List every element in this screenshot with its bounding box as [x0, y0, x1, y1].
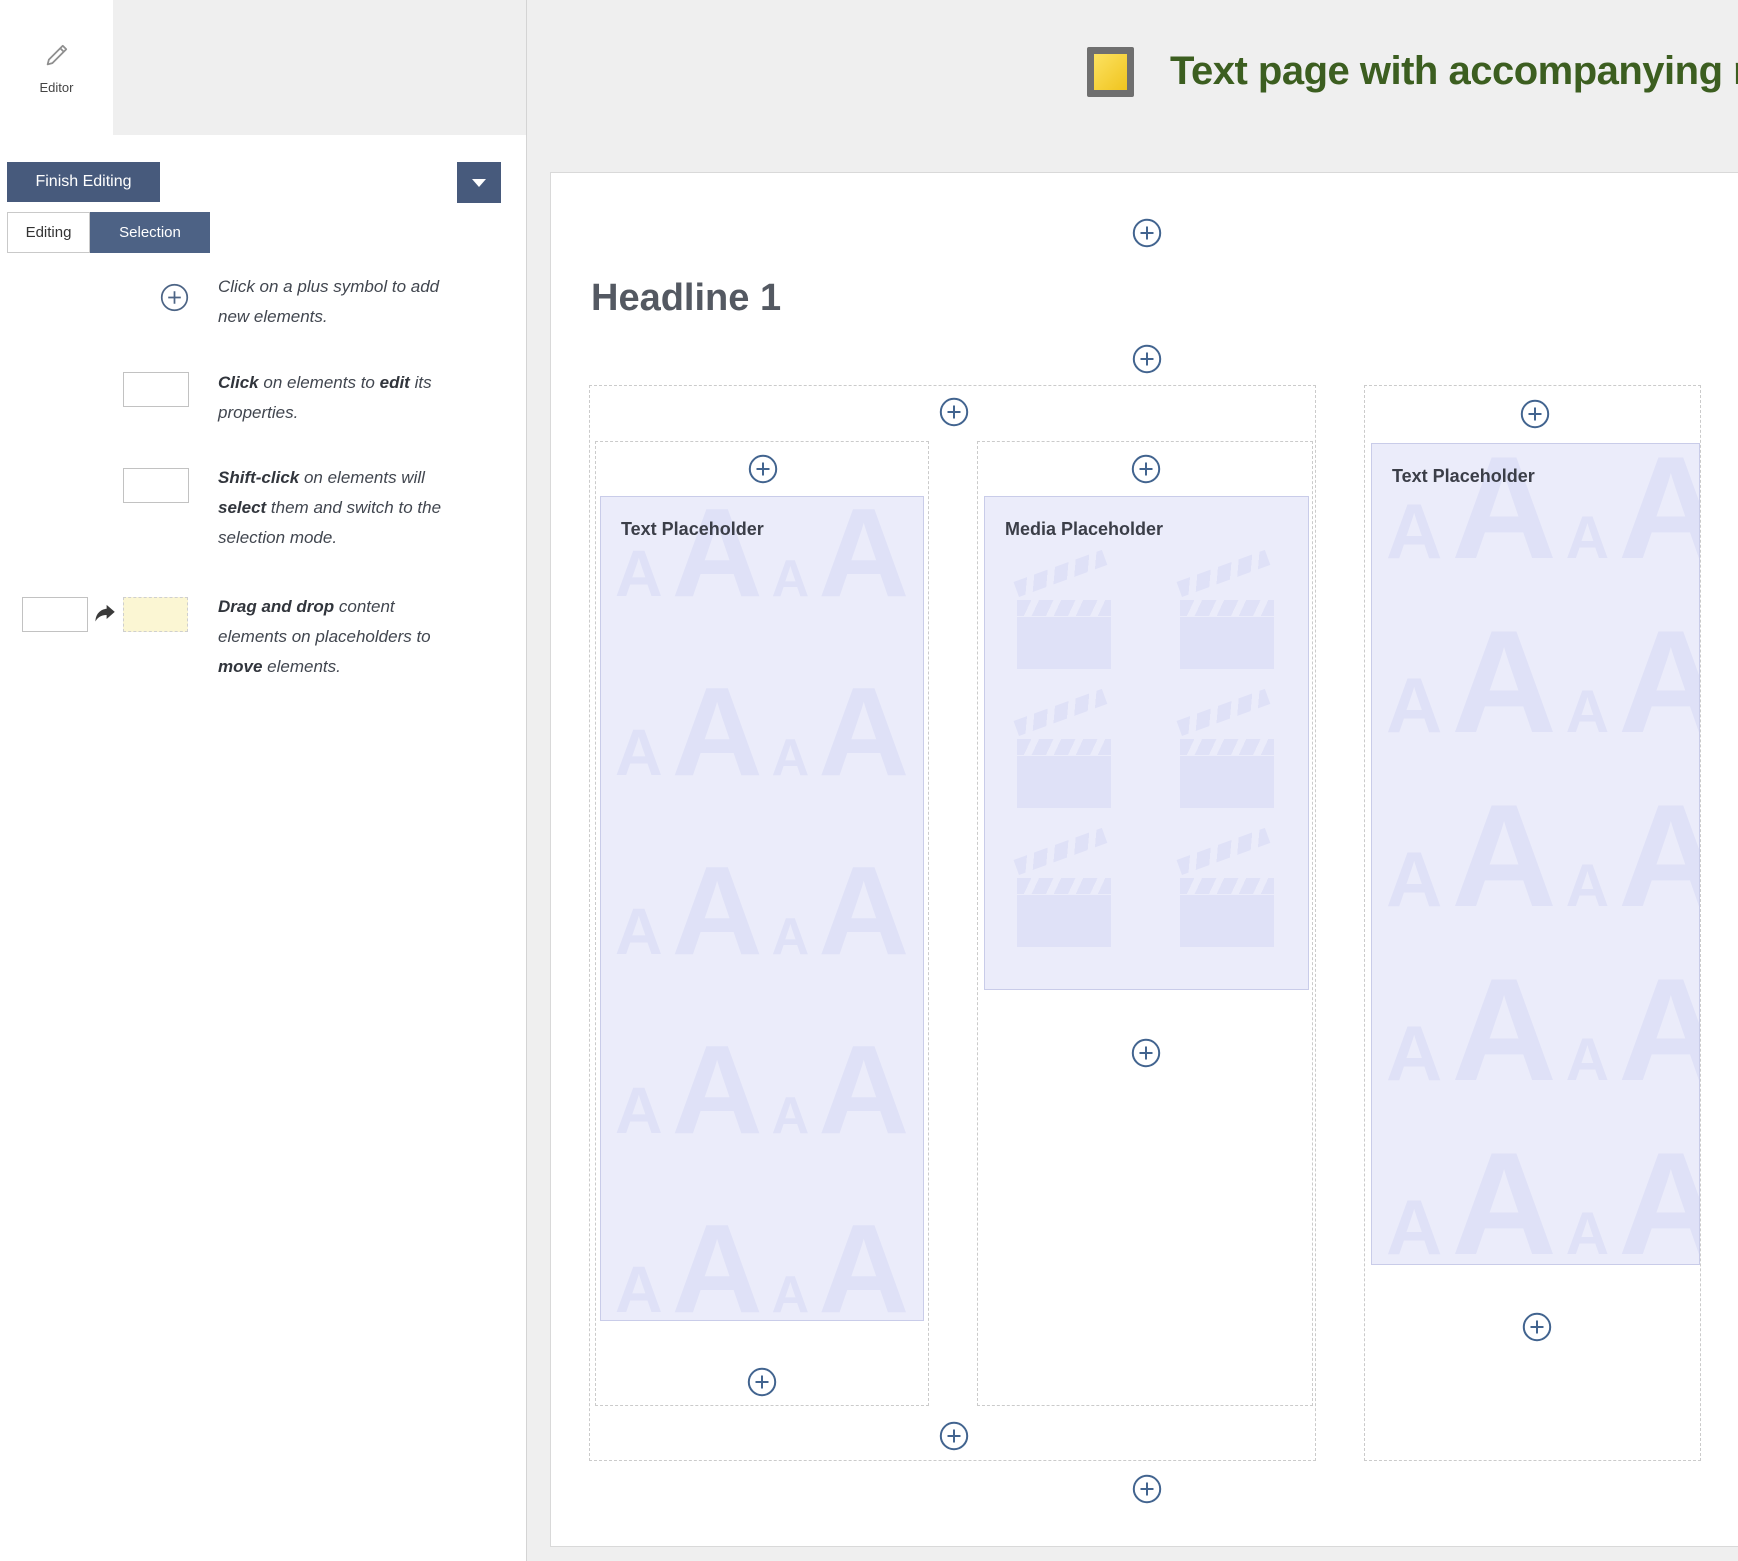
clapperboard-icon: [1178, 842, 1278, 948]
editing-options-dropdown-button[interactable]: [457, 162, 501, 203]
mode-tabs: Editing Selection: [7, 212, 210, 253]
add-element-button[interactable]: [1131, 454, 1161, 484]
plus-circle-icon: [1522, 1312, 1552, 1342]
tab-editor[interactable]: Editor: [0, 0, 113, 135]
media-placeholder[interactable]: Media Placeholder: [984, 496, 1309, 990]
headline: Headline 1: [591, 277, 781, 320]
plus-circle-icon: [1132, 218, 1162, 248]
instruction-add-elements: Click on a plus symbol to add new elemen…: [218, 272, 456, 332]
add-element-button[interactable]: [747, 1367, 777, 1397]
add-element-button[interactable]: [1132, 218, 1162, 248]
plus-circle-icon: [748, 454, 778, 484]
media-watermark: [985, 497, 1308, 989]
add-element-button[interactable]: [1131, 1038, 1161, 1068]
drop-target-box-icon: [123, 597, 188, 632]
row-drop-container: Text Placeholder AAAA AAAA AAAA AAAA AAA…: [589, 385, 1316, 1461]
pencil-icon: [42, 40, 72, 70]
finish-editing-button[interactable]: Finish Editing: [7, 162, 160, 202]
plus-circle-icon: [747, 1367, 777, 1397]
caret-down-icon: [472, 179, 486, 187]
plus-circle-icon: [1132, 344, 1162, 374]
sidebar-topbar: Editor: [0, 0, 526, 135]
instruction-click-edit: Click on elements to edit its properties…: [218, 368, 456, 428]
text-placeholder[interactable]: Text Placeholder AAAA AAAA AAAA AAAA AAA…: [1371, 443, 1700, 1265]
add-element-button[interactable]: [939, 397, 969, 427]
main-area: Text page with accompanying media Headli…: [527, 0, 1738, 1561]
drag-source-box-icon: [22, 597, 88, 632]
plus-circle-icon: [1131, 1038, 1161, 1068]
add-element-button[interactable]: [1520, 399, 1550, 429]
instruction-shift-click: Shift-click on elements will select them…: [218, 463, 456, 553]
element-box-icon: [123, 372, 189, 407]
forward-arrow-icon: [92, 600, 118, 626]
clapperboard-icon: [1178, 703, 1278, 809]
clapperboard-icon: [1015, 564, 1115, 670]
clapperboard-icon: [1015, 842, 1115, 948]
app-window: Editor Finish Editing Editing Selection …: [0, 0, 1738, 1561]
text-watermark: AAAA AAAA AAAA AAAA AAAA: [1372, 444, 1699, 1264]
media-placeholder-label: Media Placeholder: [1005, 519, 1163, 540]
add-element-button[interactable]: [1132, 1474, 1162, 1504]
add-element-button[interactable]: [1132, 344, 1162, 374]
plus-circle-icon: [939, 397, 969, 427]
add-element-button[interactable]: [939, 1421, 969, 1451]
tab-selection[interactable]: Selection: [90, 212, 210, 253]
plus-circle-icon: [939, 1421, 969, 1451]
page-type-icon: [1087, 47, 1134, 97]
sidebar: Editor Finish Editing Editing Selection …: [0, 0, 527, 1561]
instruction-drag-drop: Drag and drop content elements on placeh…: [218, 592, 446, 682]
plus-circle-icon: [160, 283, 189, 312]
text-placeholder-label: Text Placeholder: [621, 519, 764, 540]
page-title: Text page with accompanying media: [1170, 46, 1738, 96]
clapperboard-icon: [1015, 703, 1115, 809]
plus-circle-icon: [1131, 454, 1161, 484]
clapperboard-icon: [1178, 564, 1278, 670]
column-middle: Media Placeholder: [977, 441, 1313, 1406]
column-right: Text Placeholder AAAA AAAA AAAA AAAA AAA…: [1364, 385, 1701, 1461]
editing-canvas: Headline 1 Text Placeholder: [550, 172, 1738, 1547]
tab-editing[interactable]: Editing: [7, 212, 90, 253]
element-box-icon: [123, 468, 189, 503]
text-placeholder[interactable]: Text Placeholder AAAA AAAA AAAA AAAA AAA…: [600, 496, 924, 1321]
editor-tab-label: Editor: [40, 80, 74, 95]
column-left: Text Placeholder AAAA AAAA AAAA AAAA AAA…: [595, 441, 929, 1406]
text-placeholder-label: Text Placeholder: [1392, 466, 1535, 487]
plus-circle-icon: [1520, 399, 1550, 429]
plus-circle-icon: [1132, 1474, 1162, 1504]
add-element-button[interactable]: [1522, 1312, 1552, 1342]
text-watermark: AAAA AAAA AAAA AAAA AAAA: [601, 497, 923, 1320]
add-element-button[interactable]: [748, 454, 778, 484]
